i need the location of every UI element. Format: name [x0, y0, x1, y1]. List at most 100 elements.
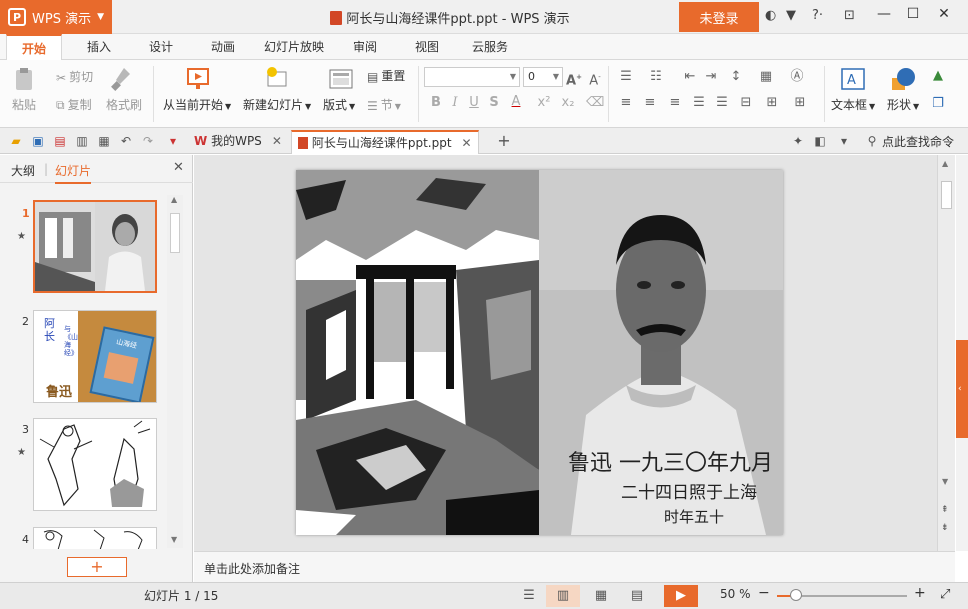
- text-direction-icon[interactable]: Ⓐ: [789, 69, 805, 85]
- current-slide[interactable]: 鲁迅 一九三〇年九月 二十四日照于上海 时年五十: [296, 170, 783, 535]
- tab-cloud[interactable]: 云服务: [462, 34, 518, 60]
- font-color-icon[interactable]: A: [508, 94, 524, 110]
- align-center-icon[interactable]: ≡: [642, 95, 658, 111]
- tool-icon[interactable]: ✦: [790, 133, 806, 149]
- tab-design[interactable]: 设计: [134, 34, 188, 60]
- numbered-list-icon[interactable]: ☷: [648, 69, 664, 85]
- doc-tab-mywps[interactable]: W 我的WPS ✕: [188, 130, 288, 154]
- align-left-icon[interactable]: ≡: [618, 95, 634, 111]
- preview-icon[interactable]: ▦: [96, 133, 112, 149]
- tab-insert[interactable]: 插入: [72, 34, 126, 60]
- paste-button[interactable]: [12, 66, 38, 95]
- arrange-icon[interactable]: ❐: [930, 96, 946, 112]
- tab-slides[interactable]: 幻灯片: [55, 162, 92, 184]
- maximize-icon[interactable]: ☐: [903, 6, 923, 26]
- slide-thumbnail-1[interactable]: [33, 200, 157, 293]
- save-icon[interactable]: ▣: [30, 133, 46, 149]
- pin-icon[interactable]: ⊡: [844, 8, 855, 23]
- notes-toggle-icon[interactable]: ☰: [512, 585, 546, 607]
- pdf-icon[interactable]: ▤: [52, 133, 68, 149]
- text-align-icon[interactable]: ⊞: [764, 95, 780, 111]
- tab-slideshow[interactable]: 幻灯片放映: [258, 34, 330, 60]
- shrink-font-icon[interactable]: A-: [587, 69, 603, 88]
- undo-icon[interactable]: ↶: [118, 133, 134, 149]
- reset-button[interactable]: ▤ 重置: [367, 67, 405, 84]
- notes-pane[interactable]: 单击此处添加备注: [194, 551, 955, 582]
- underline-icon[interactable]: U: [466, 95, 482, 111]
- align-right-icon[interactable]: ≡: [667, 95, 683, 111]
- comment-icon[interactable]: ▾: [836, 133, 852, 149]
- font-name-combo[interactable]: ▼: [424, 67, 520, 87]
- from-current-button[interactable]: 从当前开始 ▼: [163, 96, 231, 113]
- cut-button[interactable]: ✂ 剪切: [56, 68, 93, 85]
- login-button[interactable]: 未登录: [679, 2, 759, 32]
- paste-label[interactable]: 粘贴: [12, 96, 36, 113]
- textbox-button[interactable]: 文本框 ▼: [831, 96, 875, 113]
- tab-home[interactable]: 开始: [6, 34, 62, 60]
- close-icon[interactable]: ✕: [934, 6, 954, 26]
- format-painter-icon[interactable]: [110, 66, 134, 95]
- skin-icon[interactable]: ◐: [765, 8, 776, 23]
- slide-thumbnail-2[interactable]: 阿长 与《山海经》 鲁迅 山海经: [33, 310, 157, 403]
- prev-slide-icon[interactable]: ⇞: [941, 505, 949, 515]
- scroll-down-icon[interactable]: ▼: [942, 477, 948, 486]
- copy-button[interactable]: ⧉ 复制: [56, 96, 92, 113]
- font-size-combo[interactable]: 0 ▼: [523, 67, 563, 87]
- zoom-slider-thumb[interactable]: [790, 589, 802, 601]
- app-menu-button[interactable]: P WPS 演示 ▼: [0, 0, 112, 34]
- add-slide-button[interactable]: +: [67, 557, 127, 577]
- grow-font-icon[interactable]: A+: [566, 69, 582, 88]
- slide-thumbnail-3[interactable]: [33, 418, 157, 511]
- picture-icon[interactable]: ▲: [930, 68, 946, 84]
- customize-icon[interactable]: ▾: [165, 133, 181, 149]
- format-painter-button[interactable]: 格式刷: [106, 96, 142, 113]
- zoom-out-icon[interactable]: −: [758, 585, 770, 601]
- minimize-icon[interactable]: —: [874, 6, 894, 26]
- redo-icon[interactable]: ↷: [140, 133, 156, 149]
- print-icon[interactable]: ▥: [74, 133, 90, 149]
- zoom-level[interactable]: 50 %: [720, 587, 751, 601]
- play-slideshow-icon[interactable]: ▶: [664, 585, 698, 607]
- clear-format-icon[interactable]: ⌫: [586, 95, 604, 111]
- columns-icon[interactable]: ▦: [758, 69, 774, 85]
- shape-button[interactable]: 形状 ▼: [887, 96, 919, 113]
- shadow-icon[interactable]: S: [486, 95, 502, 111]
- new-tab-icon[interactable]: +: [496, 133, 512, 149]
- increase-indent-icon[interactable]: ⇥: [703, 69, 719, 85]
- italic-icon[interactable]: I: [447, 95, 463, 111]
- bold-icon[interactable]: B: [428, 95, 444, 111]
- close-tab-icon[interactable]: ✕: [462, 136, 472, 150]
- close-panel-icon[interactable]: ✕: [173, 160, 184, 175]
- search-command-input[interactable]: 点此查找命令: [882, 133, 954, 150]
- fit-window-icon[interactable]: ⤢: [940, 587, 950, 602]
- justify-icon[interactable]: ☰: [691, 95, 707, 111]
- tab-review[interactable]: 审阅: [338, 34, 392, 60]
- bullet-list-icon[interactable]: ☰: [618, 69, 634, 85]
- subscript-icon[interactable]: x₂: [560, 95, 576, 111]
- reading-view-icon[interactable]: ▤: [620, 585, 654, 607]
- zoom-in-icon[interactable]: +: [914, 585, 926, 601]
- decrease-indent-icon[interactable]: ⇤: [682, 69, 698, 85]
- tab-outline[interactable]: 大纲: [11, 162, 35, 179]
- slide-thumbnail-4[interactable]: [33, 527, 157, 549]
- vertical-align-icon[interactable]: ⊟: [738, 95, 754, 111]
- shirt-icon[interactable]: ▼: [786, 8, 796, 23]
- scrollbar-thumb[interactable]: [941, 181, 952, 209]
- slide-sorter-icon[interactable]: ▦: [584, 585, 618, 607]
- share-icon[interactable]: ◧: [812, 133, 828, 149]
- line-spacing-icon[interactable]: ↕: [728, 69, 744, 85]
- tab-animation[interactable]: 动画: [196, 34, 250, 60]
- layout-button[interactable]: 版式 ▼: [323, 96, 355, 113]
- thumbnail-scrollbar[interactable]: ▲ ▼: [167, 195, 183, 548]
- distribute-icon[interactable]: ☰: [714, 95, 730, 111]
- slide-canvas[interactable]: 鲁迅 一九三〇年九月 二十四日照于上海 时年五十: [194, 155, 937, 551]
- section-button[interactable]: ☰ 节 ▼: [367, 96, 401, 113]
- side-panel-toggle[interactable]: ‹: [956, 340, 968, 438]
- open-folder-icon[interactable]: ▰: [8, 133, 24, 149]
- normal-view-icon[interactable]: ▥: [546, 585, 580, 607]
- superscript-icon[interactable]: x²: [536, 95, 552, 111]
- new-slide-button[interactable]: 新建幻灯片 ▼: [243, 96, 311, 113]
- tab-view[interactable]: 视图: [400, 34, 454, 60]
- next-slide-icon[interactable]: ⇟: [941, 523, 949, 533]
- close-tab-icon[interactable]: ✕: [272, 134, 282, 148]
